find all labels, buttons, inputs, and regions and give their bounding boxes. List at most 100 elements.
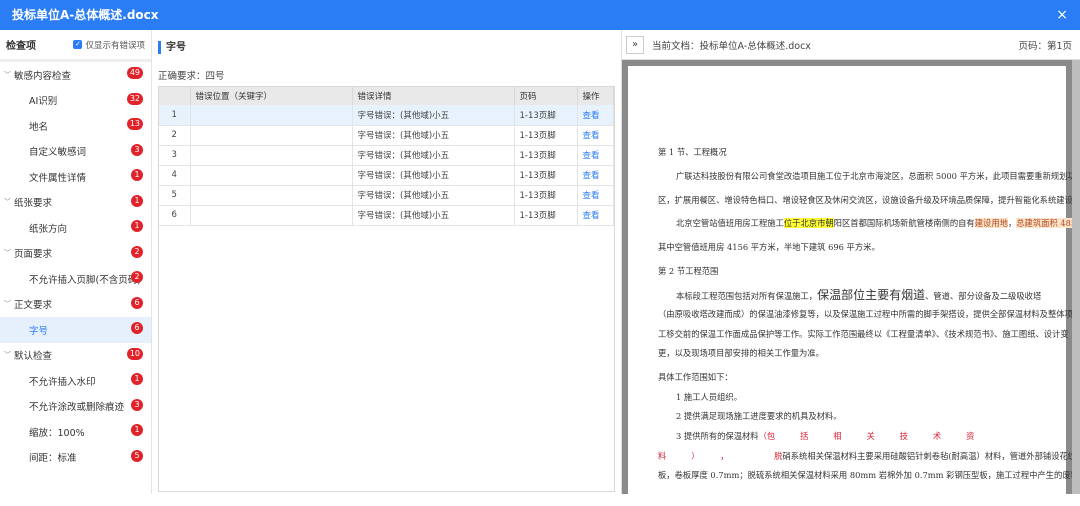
sidebar-item-label: AI识别 <box>29 96 58 108</box>
doc-text: 阳区首都国际机场新航管楼南侧的自有 <box>833 218 975 228</box>
row-page: 1-13页脚 <box>514 105 578 126</box>
preview-header: » 当前文档：投标单位A-总体概述.docx 页码：第1页 <box>622 30 1080 60</box>
sidebar-item[interactable]: 不允许插入水印 1 <box>0 368 151 394</box>
chevron-down-icon[interactable]: ﹀ <box>4 248 14 258</box>
row-action: 查看 <box>577 105 614 126</box>
row-page: 1-13页脚 <box>514 125 578 146</box>
requirement-text: 正确要求：四号 <box>158 71 225 82</box>
sidebar-item[interactable]: ﹀ 页面要求 2 <box>0 241 151 267</box>
error-count-badge: 10 <box>126 347 143 360</box>
doc-list-item: 2 提供满足现场施工进度要求的机具及材料。 <box>676 411 842 421</box>
row-detail: 字号错误：(其他域)小五 <box>352 145 515 166</box>
view-link[interactable]: 查看 <box>583 151 600 161</box>
row-number: 2 <box>159 125 191 146</box>
row-action: 查看 <box>577 125 614 146</box>
row-number: 3 <box>159 145 191 166</box>
error-count-badge: 5 <box>131 449 143 462</box>
doc-paragraph: 本标段工程范围包括对所有保温施工，保温部位主要有烟道、管道、部分设备及二级吸收塔 <box>676 286 1041 303</box>
view-link[interactable]: 查看 <box>583 211 600 221</box>
doc-paragraph: 板，卷板厚度 0.7mm；脱硫系统相关保温材料采用 80mm 岩棉外加 0.7m… <box>658 470 1080 480</box>
red-text: 料 ） ， 脱 <box>658 451 783 461</box>
sidebar-item[interactable]: 地名 13 <box>0 113 151 139</box>
close-icon[interactable]: × <box>1056 0 1068 30</box>
table-row[interactable]: 4 字号错误：(其他域)小五 1-13页脚 查看 <box>159 165 614 186</box>
doc-paragraph: 其中空管值班用房 4156 平方米，半地下建筑 696 平方米。 <box>658 242 880 252</box>
doc-text: 3 提供所有的保温材料 <box>676 431 759 441</box>
error-count-badge: 13 <box>126 118 143 130</box>
highlighted-text[interactable]: 位于北京市朝 <box>783 218 834 228</box>
title-bar: 投标单位A-总体概述.docx × <box>0 0 1080 30</box>
row-keyword <box>190 185 353 206</box>
sidebar-item-label: 自定义敏感词 <box>29 147 87 159</box>
sidebar-item[interactable]: 不允许涂改或删除痕迹 3 <box>0 394 151 420</box>
doc-text: 、管道、部分设备及二级吸收塔 <box>925 291 1042 301</box>
col-action: 操作 <box>577 87 614 105</box>
highlighted-text[interactable]: 总建筑面积 4852㎡ <box>1016 218 1080 228</box>
sidebar-header: 检查项 ✓ 仅显示有错误项 <box>0 30 151 62</box>
sidebar-item-label: 间距：标准 <box>29 453 77 465</box>
table-row[interactable]: 5 字号错误：(其他域)小五 1-13页脚 查看 <box>159 185 614 206</box>
row-keyword <box>190 125 353 146</box>
doc-heading-2: 第 2 节工程范围 <box>658 266 719 276</box>
check-tree: ﹀ 敏感内容检查 49 AI识别 32 地名 13 自定义敏感词 3 文件属性详情 1 ﹀ 纸张要求 1 纸… <box>0 62 151 470</box>
sidebar-item-label: 默认检查 <box>14 351 53 363</box>
sidebar-item[interactable]: 字号 6 <box>0 317 151 343</box>
only-errors-label: 仅显示有错误项 <box>85 40 145 51</box>
highlighted-text[interactable]: 建设用地 <box>974 218 1008 228</box>
sidebar: 检查项 ✓ 仅显示有错误项 ﹀ 敏感内容检查 49 AI识别 32 地名 13 自定义敏感词 3… <box>0 30 152 494</box>
view-link[interactable]: 查看 <box>583 131 600 141</box>
sidebar-item[interactable]: AI识别 32 <box>0 88 151 114</box>
checkbox-checked-icon[interactable]: ✓ <box>73 40 83 49</box>
sidebar-item[interactable]: 自定义敏感词 3 <box>0 139 151 165</box>
collapse-icon[interactable]: » <box>626 35 644 54</box>
table-row[interactable]: 2 字号错误：(其他域)小五 1-13页脚 查看 <box>159 125 614 146</box>
sidebar-item[interactable]: 缩放：100% 1 <box>0 419 151 445</box>
view-link[interactable]: 查看 <box>583 191 600 201</box>
view-link[interactable]: 查看 <box>583 171 600 181</box>
doc-text: 硝系统相关保温材料主要采用硅酸铝针刺卷毡(耐高温）材料，管道外部铺设花纹铝卷 <box>782 451 1080 461</box>
sidebar-item[interactable]: 不允许插入页脚(不含页码) 2 <box>0 266 151 292</box>
table-row[interactable]: 3 字号错误：(其他域)小五 1-13页脚 查看 <box>159 145 614 166</box>
only-errors-checkbox[interactable]: ✓ 仅显示有错误项 <box>73 39 145 51</box>
row-keyword <box>190 205 353 226</box>
doc-paragraph: 北京空管站值班用房工程施工位于北京市朝阳区首都国际机场新航管楼南侧的自有建设用地… <box>676 217 1080 229</box>
row-action: 查看 <box>577 145 614 166</box>
sidebar-item[interactable]: 文件属性详情 1 <box>0 164 151 190</box>
row-page: 1-13页脚 <box>514 205 578 226</box>
view-link[interactable]: 查看 <box>583 111 600 121</box>
sidebar-item[interactable]: ﹀ 默认检查 10 <box>0 343 151 369</box>
sidebar-item-label: 页面要求 <box>14 249 53 261</box>
scrollbar[interactable] <box>1072 60 1080 494</box>
results-table: 错误位置（关键字） 错误详情 页码 操作 1 字号错误：(其他域)小五 1-13页脚… <box>158 86 615 492</box>
row-action: 查看 <box>577 185 614 206</box>
page-indicator: 页码：第1页 <box>1018 40 1072 52</box>
row-keyword <box>190 145 353 166</box>
table-row[interactable]: 6 字号错误：(其他域)小五 1-13页脚 查看 <box>159 205 614 226</box>
col-no <box>159 87 191 105</box>
sidebar-item[interactable]: 间距：标准 5 <box>0 445 151 471</box>
error-count-badge: 1 <box>131 220 143 232</box>
error-count-badge: 3 <box>131 143 143 156</box>
preview-panel: » 当前文档：投标单位A-总体概述.docx 页码：第1页 第 1 节、工程概况… <box>622 30 1080 506</box>
doc-paragraph: 具体工作范围如下： <box>658 372 733 382</box>
chevron-down-icon[interactable]: ﹀ <box>4 70 14 80</box>
doc-paragraph: （由原吸收塔改建而成）的保温油漆修复等，以及保温施工过程中所需的脚手架搭设，提供… <box>658 309 1080 319</box>
doc-paragraph: 工移交前的保温工作面成品保护等工作。实际工作范围最终以《工程量清单》、《技术规范… <box>658 329 1069 339</box>
sidebar-item[interactable]: ﹀ 敏感内容检查 49 <box>0 62 151 88</box>
row-page: 1-13页脚 <box>514 145 578 166</box>
chevron-down-icon[interactable]: ﹀ <box>4 299 14 309</box>
document-viewer[interactable]: 第 1 节、工程概况 广联达科技股份有限公司食堂改造项目施工位于北京市海淀区，总… <box>622 60 1080 506</box>
sidebar-item[interactable]: 纸张方向 1 <box>0 215 151 241</box>
sidebar-item[interactable]: ﹀ 正文要求 6 <box>0 292 151 318</box>
table-row[interactable]: 1 字号错误：(其他域)小五 1-13页脚 查看 <box>159 105 614 126</box>
red-text: （包 括 相 关 技 术 资 <box>758 431 975 441</box>
doc-text: 本标段工程范围包括对所有保温施工， <box>676 291 818 301</box>
table-header: 错误位置（关键字） 错误详情 页码 操作 <box>159 87 614 105</box>
large-font-text: 保温部位主要有烟道 <box>817 288 926 302</box>
chevron-down-icon[interactable]: ﹀ <box>4 350 14 360</box>
row-number: 1 <box>159 105 191 126</box>
sidebar-item[interactable]: ﹀ 纸张要求 1 <box>0 190 151 216</box>
doc-heading-1: 第 1 节、工程概况 <box>658 147 727 157</box>
chevron-down-icon[interactable]: ﹀ <box>4 197 14 207</box>
doc-paragraph: 广联达科技股份有限公司食堂改造项目施工位于北京市海淀区，总面积 5000 平方米… <box>676 171 1080 181</box>
